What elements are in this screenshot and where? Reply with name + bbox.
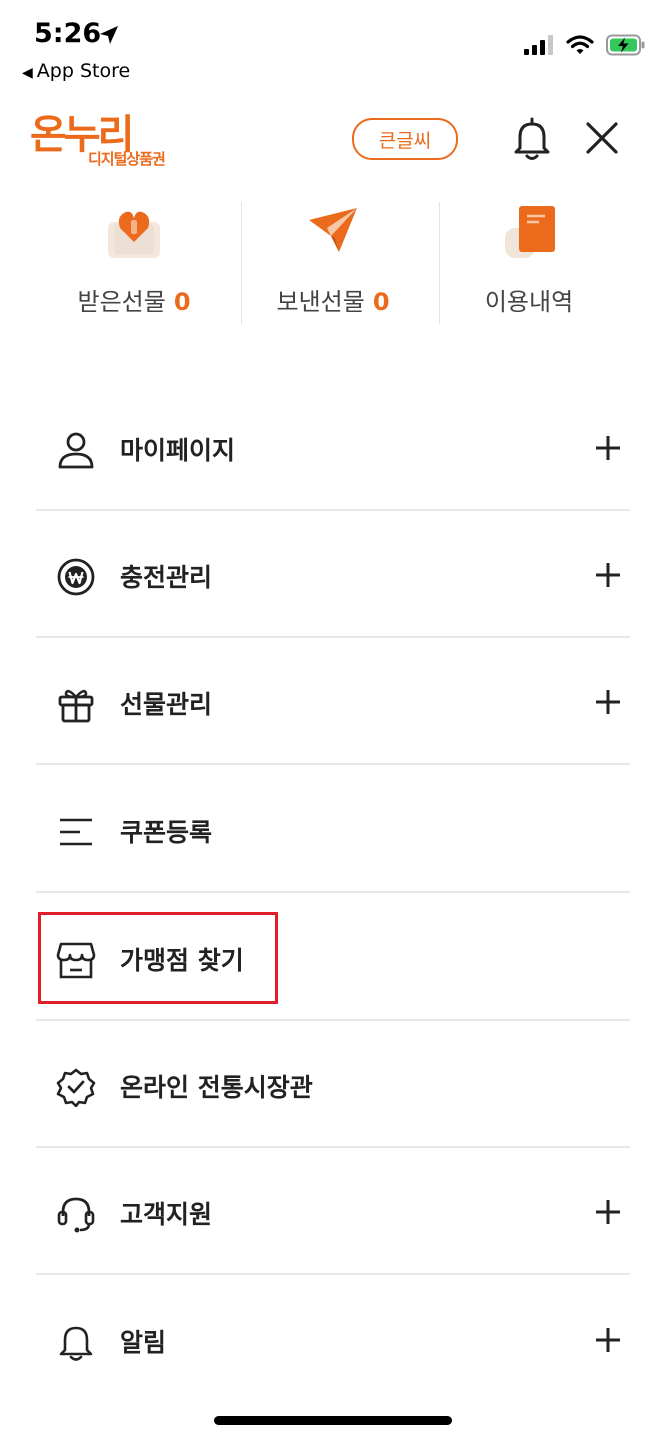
menu-item-coupon[interactable]: 쿠폰등록 — [36, 766, 630, 893]
menu-item-gift[interactable]: 선물관리 — [36, 638, 630, 765]
menu-item-mypage[interactable]: 마이페이지 — [36, 384, 630, 511]
badge-check-icon — [56, 1068, 96, 1107]
close-icon[interactable] — [584, 120, 620, 156]
menu-item-online-market[interactable]: 온라인 전통시장관 — [36, 1021, 630, 1148]
user-icon — [58, 432, 94, 469]
menu-label-charge: 충전관리 — [120, 563, 213, 592]
history-icon — [505, 206, 555, 258]
menu-label-gift: 선물관리 — [120, 690, 213, 719]
received-gift-label: 받은선물 — [77, 288, 166, 316]
sent-gift-icon — [309, 208, 357, 252]
menu-label-support: 고객지원 — [120, 1200, 213, 1229]
big-font-button[interactable]: 큰글씨 — [352, 118, 458, 160]
received-gift-icon — [108, 211, 160, 258]
location-arrow-icon — [100, 26, 118, 44]
plus-icon[interactable] — [594, 1326, 622, 1354]
plus-icon[interactable] — [594, 688, 622, 716]
headset-icon — [57, 1197, 95, 1233]
quick-sent-gift[interactable]: 보낸선물 0 — [235, 198, 431, 328]
menu-item-support[interactable]: 고객지원 — [36, 1148, 630, 1275]
menu-label-coupon: 쿠폰등록 — [120, 818, 213, 847]
app-screen: 5:26 ◀ App Store 온누리 디지털상품권 큰글씨 받은선물 0 보… — [0, 0, 666, 1440]
menu-label-notifications: 알림 — [120, 1328, 167, 1357]
plus-icon[interactable] — [594, 1198, 622, 1226]
logo-sub-text: 디지털상품권 — [88, 150, 166, 168]
back-triangle-icon: ◀ — [22, 65, 33, 81]
quick-history-label: 이용내역 — [431, 282, 627, 317]
quick-history[interactable]: 이용내역 — [431, 198, 627, 328]
back-to-app-store[interactable]: ◀ App Store — [22, 60, 130, 82]
home-indicator[interactable] — [214, 1416, 452, 1425]
sent-gift-count: 0 — [372, 288, 390, 316]
signal-icon — [524, 35, 553, 55]
quick-menu: 받은선물 0 보낸선물 0 이용내역 — [0, 198, 666, 328]
battery-charging-icon — [606, 34, 645, 56]
onnuri-logo: 온누리 디지털상품권 — [30, 108, 180, 170]
quick-sent-label: 보낸선물 0 — [235, 282, 431, 317]
received-gift-count: 0 — [173, 288, 191, 316]
gift-icon — [58, 689, 94, 723]
bell-icon[interactable] — [510, 116, 554, 162]
bell-icon — [59, 1326, 93, 1361]
history-label: 이용내역 — [484, 288, 574, 316]
highlight-box — [38, 912, 278, 1004]
plus-icon[interactable] — [594, 434, 622, 462]
wifi-icon — [566, 34, 594, 54]
back-app-label: App Store — [36, 60, 131, 82]
status-indicators — [524, 34, 646, 56]
menu-item-charge[interactable]: 충전관리 — [36, 511, 630, 638]
menu-item-notifications[interactable]: 알림 — [36, 1276, 630, 1403]
won-coin-icon — [57, 558, 95, 596]
menu-label-mypage: 마이페이지 — [120, 436, 236, 465]
quick-received-label: 받은선물 0 — [36, 282, 232, 317]
plus-icon[interactable] — [594, 561, 622, 589]
quick-received-gift[interactable]: 받은선물 0 — [36, 198, 232, 328]
sent-gift-label: 보낸선물 — [276, 288, 365, 316]
list-lines-icon — [60, 818, 92, 846]
status-time: 5:26 — [34, 18, 102, 49]
menu-label-online-market: 온라인 전통시장관 — [120, 1073, 313, 1102]
